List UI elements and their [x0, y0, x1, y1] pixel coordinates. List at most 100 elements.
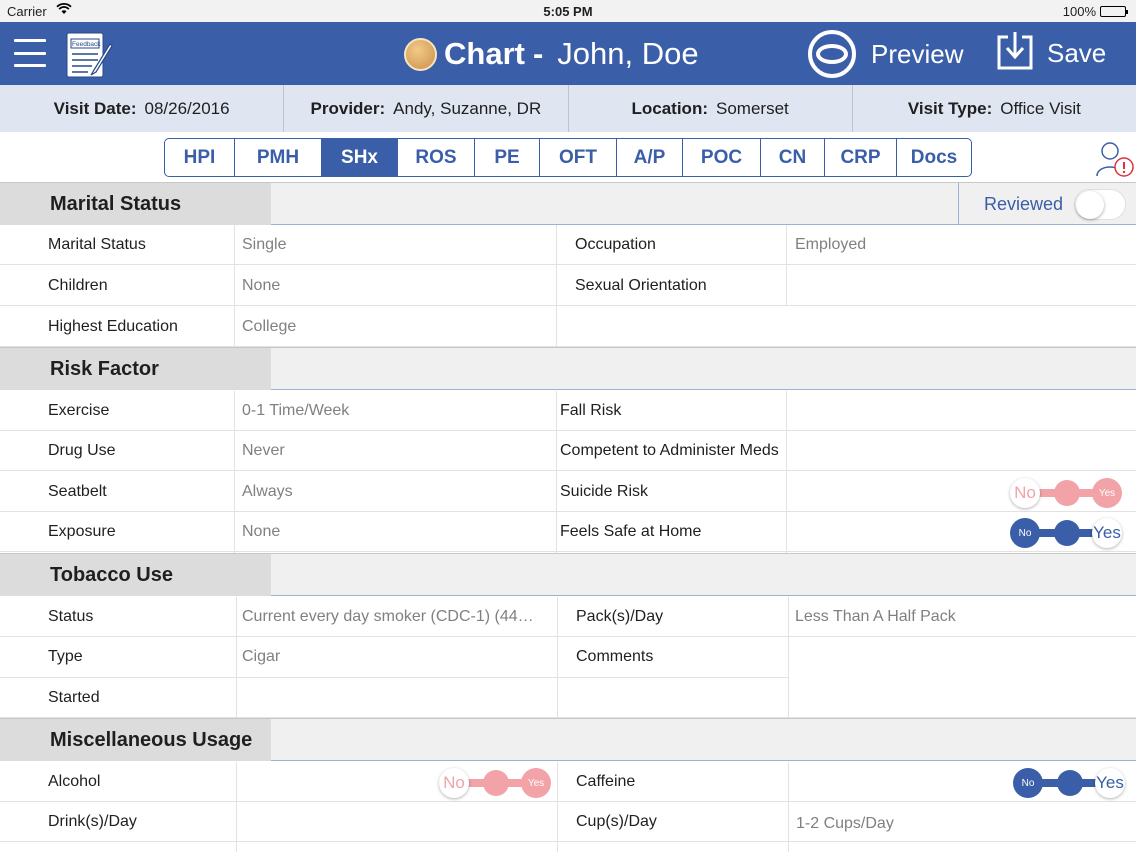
row-value[interactable]: Less Than A Half Pack — [795, 597, 956, 636]
toggle-yes: Yes — [521, 768, 551, 798]
tab-ros[interactable]: ROS — [398, 139, 475, 176]
toggle-no: No — [1010, 518, 1040, 548]
row-label: Exercise — [48, 401, 110, 419]
battery-icon — [1100, 6, 1128, 17]
section-misc-usage: Miscellaneous Usage — [0, 718, 1136, 761]
table-row: Seatbelt Always Suicide Risk No Yes — [0, 472, 1136, 512]
row-label: Caffeine — [576, 772, 636, 790]
provider-value: Andy, Suzanne, DR — [393, 98, 542, 118]
visit-info-bar: Visit Date: 08/26/2016 Provider: Andy, Suz… — [0, 85, 1136, 132]
row-label: Children — [48, 276, 108, 294]
row-value[interactable]: 1-2 Cups/Day — [796, 804, 894, 843]
alcohol-toggle[interactable]: No Yes — [439, 765, 551, 801]
toggle-yes: Yes — [1092, 518, 1122, 548]
status-bar: Carrier 5:05 PM 100% — [0, 0, 1136, 22]
reviewed-control: Reviewed — [958, 183, 1136, 225]
section-title: Marital Status — [0, 183, 271, 225]
table-row: Alcohol No Yes Caffeine No Yes — [0, 762, 1136, 802]
provider-key: Provider: — [310, 98, 386, 118]
tab-docs[interactable]: Docs — [897, 139, 971, 176]
preview-button[interactable]: Preview — [808, 30, 963, 78]
tab-pmh[interactable]: PMH — [235, 139, 322, 176]
row-label: Suicide Risk — [560, 482, 649, 500]
tab-oft[interactable]: OFT — [540, 139, 617, 176]
table-row: Exercise 0-1 Time/Week Fall Risk — [0, 391, 1136, 431]
row-value[interactable]: None — [242, 266, 280, 305]
table-row: Started — [0, 678, 1136, 718]
row-value[interactable]: Current every day smoker (CDC-1) (44… — [242, 597, 552, 636]
row-label: Occupation — [575, 235, 656, 253]
tab-hpi[interactable]: HPI — [165, 139, 235, 176]
row-value[interactable]: Employed — [795, 225, 866, 264]
row-label: Cup(s)/Day — [576, 812, 657, 830]
row-label: Alcohol — [48, 772, 101, 790]
section-title: Miscellaneous Usage — [0, 719, 271, 761]
row-label: Status — [48, 607, 94, 625]
feedback-icon[interactable]: Feedback — [64, 30, 114, 80]
row-value[interactable]: Always — [242, 472, 293, 511]
chart-title-group: Chart - John, Doe — [404, 36, 699, 72]
reviewed-label: Reviewed — [984, 193, 1064, 214]
visit-type-key: Visit Type: — [907, 98, 993, 118]
clock: 5:05 PM — [543, 4, 593, 19]
tab-ap[interactable]: A/P — [617, 139, 683, 176]
reviewed-toggle[interactable] — [1074, 189, 1126, 220]
tab-cn[interactable]: CN — [761, 139, 825, 176]
toggle-no: No — [1010, 478, 1040, 508]
visit-type-cell: Visit Type: Office Visit — [853, 85, 1136, 132]
location-key: Location: — [631, 98, 709, 118]
menu-icon[interactable] — [14, 39, 46, 67]
row-value[interactable]: Cigar — [242, 637, 280, 677]
nav-bar: Feedback Chart - John, Doe Preview Save — [0, 22, 1136, 85]
location-cell: Location: Somerset — [569, 85, 853, 132]
row-label: Pack(s)/Day — [576, 607, 664, 625]
download-icon — [996, 31, 1034, 76]
save-button[interactable]: Save — [996, 31, 1106, 76]
row-label: Highest Education — [48, 317, 178, 335]
row-label: Seatbelt — [48, 482, 107, 500]
page-title: Chart — [444, 36, 525, 71]
row-label: Sexual Orientation — [575, 276, 707, 294]
save-label: Save — [1047, 38, 1107, 68]
visit-date-cell: Visit Date: 08/26/2016 — [0, 85, 285, 132]
row-value[interactable]: None — [242, 512, 280, 551]
tab-poc[interactable]: POC — [683, 139, 761, 176]
user-alert-icon[interactable] — [1094, 138, 1134, 180]
table-row: Exposure None Feels Safe at Home No Yes — [0, 512, 1136, 552]
preview-label: Preview — [871, 38, 964, 69]
suicide-risk-toggle[interactable]: No Yes — [1010, 475, 1122, 511]
table-row: Type Cigar Comments — [0, 637, 1136, 677]
row-value[interactable]: Never — [242, 431, 285, 470]
feels-safe-toggle[interactable]: No Yes — [1010, 515, 1122, 551]
section-marital-status: Marital Status Reviewed — [0, 182, 1136, 225]
tab-bar: HPI PMH SHx ROS PE OFT A/P POC CN CRP Do… — [164, 138, 972, 177]
row-label: Feels Safe at Home — [560, 522, 702, 540]
tab-row: HPI PMH SHx ROS PE OFT A/P POC CN CRP Do… — [0, 132, 1136, 182]
visit-type-value: Office Visit — [1000, 98, 1081, 118]
eye-icon — [808, 30, 856, 78]
section-risk-factor: Risk Factor — [0, 347, 1136, 390]
row-value[interactable]: 0-1 Time/Week — [242, 391, 349, 430]
row-value[interactable]: Single — [242, 225, 286, 264]
row-label: Drug Use — [48, 441, 116, 459]
location-value: Somerset — [716, 98, 789, 118]
row-label: Drink(s)/Day — [48, 812, 137, 830]
battery-status: 100% — [1063, 4, 1128, 19]
caffeine-toggle[interactable]: No Yes — [1013, 765, 1125, 801]
row-label: Type — [48, 648, 83, 665]
section-title: Risk Factor — [0, 348, 271, 390]
patient-name: John, Doe — [557, 36, 699, 71]
row-label: Marital Status — [48, 235, 146, 253]
row-value[interactable]: College — [242, 307, 296, 346]
visit-date-value: 08/26/2016 — [144, 98, 230, 118]
tab-shx[interactable]: SHx — [322, 139, 398, 176]
tab-crp[interactable]: CRP — [825, 139, 897, 176]
toggle-yes: Yes — [1095, 768, 1125, 798]
row-label: Started — [48, 688, 100, 706]
toggle-no: No — [1013, 768, 1043, 798]
table-row: Drug Use Never Competent to Administer M… — [0, 431, 1136, 471]
feedback-label: Feedback — [72, 41, 101, 48]
row-label: Fall Risk — [560, 401, 622, 419]
tab-pe[interactable]: PE — [475, 139, 540, 176]
row-label: Competent to Administer Meds — [560, 441, 779, 459]
